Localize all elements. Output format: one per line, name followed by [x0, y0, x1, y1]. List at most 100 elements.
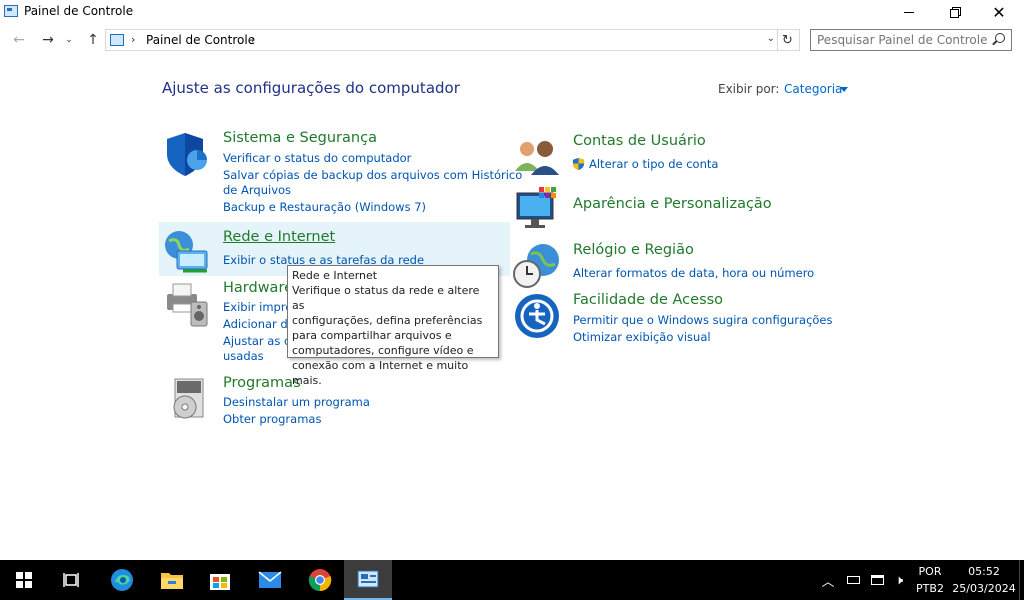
link-view-devices[interactable]: Exibir impre	[223, 300, 292, 314]
printer-speaker-icon	[167, 283, 208, 327]
task-view-icon	[63, 573, 79, 587]
link-backup-restore[interactable]: Backup e Restauração (Windows 7)	[223, 200, 426, 214]
close-button[interactable]: ✕	[976, 0, 1022, 24]
category-title[interactable]: Sistema e Segurança	[223, 130, 377, 146]
start-icon	[16, 572, 32, 588]
show-desktop-button[interactable]	[1019, 560, 1024, 600]
category-title[interactable]: Facilidade de Acesso	[573, 292, 723, 308]
taskbar-file-explorer[interactable]	[148, 560, 196, 600]
volume-icon[interactable]: 🕨	[891, 572, 907, 588]
uac-shield-icon	[572, 157, 585, 170]
clock-date[interactable]: 25/03/2024	[952, 582, 1016, 595]
user-accounts-icon	[515, 141, 559, 175]
taskbar-edge[interactable]	[98, 560, 146, 600]
link-optimize-display[interactable]: Otimizar exibição visual	[573, 330, 711, 344]
tooltip-network-internet: Rede e Internet Verifique o status da re…	[287, 265, 499, 387]
programs-disc-icon	[173, 378, 204, 419]
category-hardware-sound: Hardware Exibir impre Adicionar di Ajust…	[163, 280, 303, 370]
control-panel-icon	[110, 34, 124, 46]
close-icon: ✕	[992, 2, 1006, 22]
control-panel-app-icon	[4, 5, 18, 17]
battery-icon[interactable]	[845, 572, 861, 588]
breadcrumb-chevron-icon[interactable]: ›	[131, 33, 135, 46]
page-heading: Ajuste as configurações do computador	[162, 79, 460, 97]
tooltip-line: conexão com a Internet e muito mais.	[292, 359, 469, 387]
clock-time[interactable]: 05:52	[952, 565, 1016, 578]
recent-locations-button[interactable]: ⌄	[62, 28, 76, 52]
address-dropdown-icon[interactable]: ⌄	[767, 33, 775, 44]
tooltip-title: Rede e Internet	[292, 269, 378, 282]
category-title[interactable]: Rede e Internet	[223, 229, 335, 245]
link-change-account-type[interactable]: Alterar o tipo de conta	[589, 157, 718, 171]
category-title[interactable]: Aparência e Personalização	[573, 196, 772, 212]
start-button[interactable]	[0, 560, 48, 600]
breadcrumb-chevron-icon[interactable]: ›	[251, 33, 255, 46]
taskbar: ︿ 🕨 POR PTB2 05:52 25/03/2024	[0, 560, 1024, 600]
link-file-history[interactable]: Salvar cópias de backup dos arquivos com…	[223, 168, 522, 182]
task-view-button[interactable]	[48, 560, 96, 600]
breadcrumb-control-panel[interactable]: Painel de Controle	[146, 33, 255, 47]
category-clock-region: Relógio e Região Alterar formatos de dat…	[513, 242, 814, 288]
taskbar-chrome[interactable]	[296, 560, 344, 600]
view-by-dropdown[interactable]: Categoria	[784, 82, 842, 96]
tooltip-line: configurações, defina preferências	[292, 314, 483, 327]
link-file-history-cont[interactable]: de Arquivos	[223, 183, 291, 197]
search-icon	[995, 33, 1005, 43]
clock-globe-icon	[513, 244, 559, 288]
refresh-button[interactable]: ↻	[777, 30, 797, 50]
link-get-programs[interactable]: Obter programas	[223, 412, 321, 426]
taskbar-control-panel[interactable]	[344, 560, 392, 600]
taskbar-store[interactable]	[196, 560, 244, 600]
shield-icon	[167, 133, 207, 176]
restore-button[interactable]	[931, 0, 977, 24]
control-panel-window: Painel de Controle ✕ ← → ⌄ ↑ › Painel de…	[0, 0, 1024, 560]
link-change-date-formats[interactable]: Alterar formatos de data, hora ou número	[573, 266, 814, 280]
minimize-button[interactable]	[886, 0, 932, 24]
file-explorer-icon	[161, 573, 183, 589]
restore-icon	[949, 8, 959, 18]
category-appearance: Aparência e Personalização	[513, 185, 793, 235]
appearance-monitor-icon	[516, 187, 556, 228]
refresh-icon: ↻	[782, 32, 793, 48]
title-bar: Painel de Controle ✕	[0, 0, 1024, 24]
forward-button[interactable]: →	[38, 28, 58, 52]
minimize-icon	[904, 11, 914, 13]
category-title[interactable]: Hardware	[223, 280, 293, 296]
taskbar-mail[interactable]	[246, 560, 294, 600]
view-by-label: Exibir por:	[718, 82, 780, 96]
tooltip-line: Verifique o status da rede e altere as	[292, 284, 480, 312]
ease-of-access-icon	[515, 294, 559, 338]
control-panel-icon	[357, 570, 379, 588]
network-globe-icon	[165, 231, 208, 273]
category-title[interactable]: Programas	[223, 375, 301, 391]
link-check-status[interactable]: Verificar o status do computador	[223, 151, 411, 165]
navigation-bar: ← → ⌄ ↑ › Painel de Controle › ⌄ ↻	[0, 28, 1024, 52]
category-title[interactable]: Contas de Usuário	[573, 133, 706, 149]
view-by-caret-icon[interactable]	[840, 87, 848, 92]
category-title[interactable]: Relógio e Região	[573, 242, 694, 258]
tooltip-line: para compartilhar arquivos e	[292, 329, 452, 342]
search-input[interactable]	[817, 32, 987, 48]
tooltip-line: computadores, configure vídeo e	[292, 344, 474, 357]
link-add-device[interactable]: Adicionar di	[223, 317, 291, 331]
link-uninstall-program[interactable]: Desinstalar um programa	[223, 395, 370, 409]
window-title: Painel de Controle	[24, 4, 134, 18]
edge-icon	[111, 569, 133, 591]
network-icon[interactable]	[869, 572, 885, 588]
up-button[interactable]: ↑	[83, 28, 103, 52]
category-ease-of-access: Facilidade de Acesso Permitir que o Wind…	[513, 292, 833, 347]
language-indicator-top[interactable]: POR	[915, 565, 945, 578]
back-arrow-icon: ←	[13, 32, 25, 48]
address-bar[interactable]: › Painel de Controle › ⌄ ↻	[105, 29, 800, 51]
category-system-security: Sistema e Segurança Verificar o status d…	[163, 130, 522, 220]
mail-icon	[258, 571, 282, 588]
back-button[interactable]: ←	[9, 28, 29, 52]
link-windows-suggest[interactable]: Permitir que o Windows sugira configuraç…	[573, 313, 833, 327]
tray-chevron-up-icon[interactable]: ︿	[820, 572, 836, 590]
chevron-down-icon: ⌄	[65, 35, 73, 45]
search-box[interactable]	[810, 29, 1012, 51]
category-user-accounts: Contas de Usuário Alterar o tipo de cont…	[513, 133, 773, 178]
chrome-icon	[308, 569, 332, 592]
language-indicator-bottom[interactable]: PTB2	[915, 582, 945, 595]
link-adjust-settings-cont[interactable]: usadas	[223, 349, 264, 363]
